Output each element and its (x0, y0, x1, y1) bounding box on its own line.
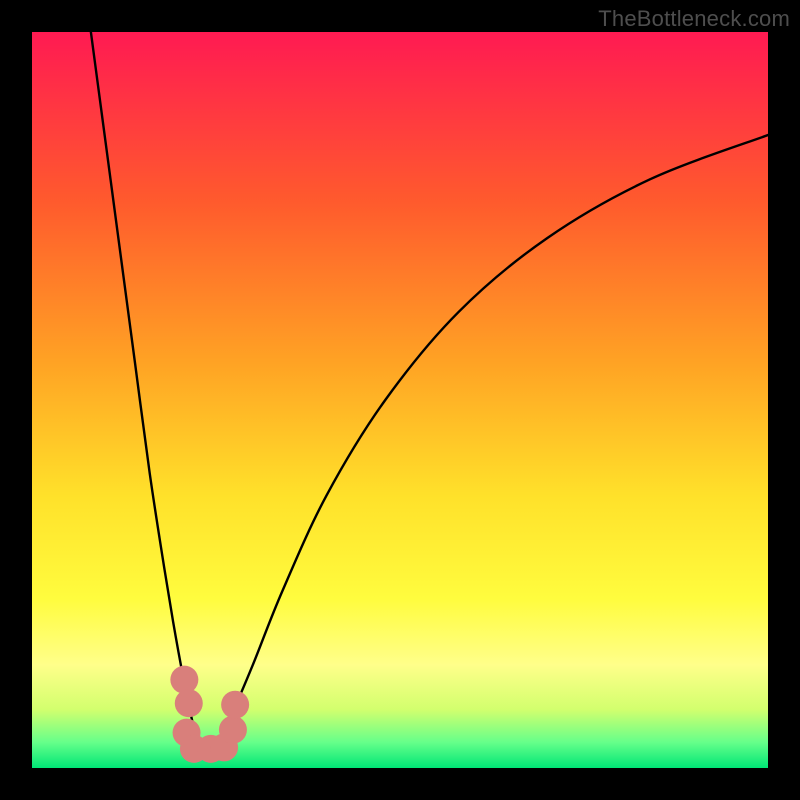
curve-right (209, 135, 768, 753)
marker-dot (175, 689, 203, 717)
marker-dot (170, 666, 198, 694)
curve-layer (32, 32, 768, 768)
marker-cluster (170, 666, 249, 763)
marker-dot (219, 716, 247, 744)
marker-dot (221, 691, 249, 719)
watermark-text: TheBottleneck.com (598, 6, 790, 32)
chart-frame: TheBottleneck.com (0, 0, 800, 800)
curve-left (91, 32, 209, 753)
plot-area (32, 32, 768, 768)
